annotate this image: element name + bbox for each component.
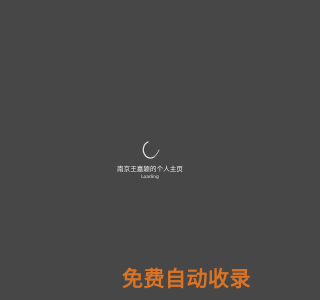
loading-overlay: 南京王嘉颖的个人主页 Loading bbox=[0, 137, 300, 187]
site-title: 南京王嘉颖的个人主页 bbox=[117, 165, 183, 173]
watermark-label: 免费自动收录 bbox=[122, 267, 251, 291]
spinner-icon bbox=[139, 140, 161, 162]
loading-status-text: Loading bbox=[141, 175, 159, 180]
